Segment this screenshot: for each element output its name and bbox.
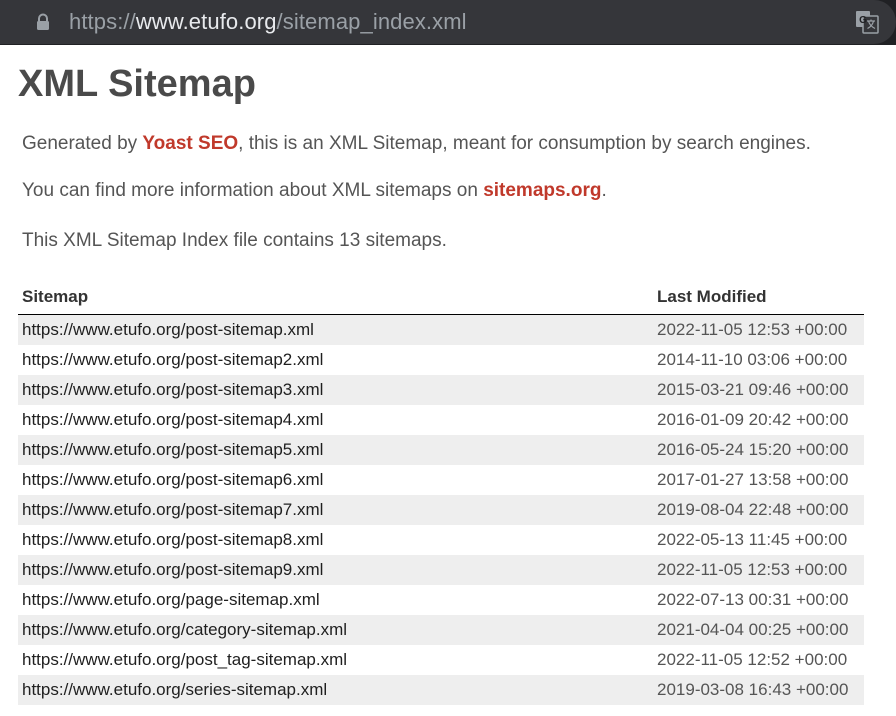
sitemap-cell: https://www.etufo.org/category-sitemap.x… (18, 615, 653, 645)
intro-paragraph: Generated by Yoast SEO, this is an XML S… (22, 133, 811, 155)
table-row: https://www.etufo.org/post-sitemap7.xml 2… (18, 495, 864, 525)
lock-icon[interactable] (36, 13, 50, 31)
last-modified-cell: 2016-05-24 15:20 +00:00 (653, 435, 864, 465)
intro-text-before: Generated by (22, 133, 143, 154)
sitemap-cell: https://www.etufo.org/series-sitemap.xml (18, 675, 653, 705)
table-row: https://www.etufo.org/post-sitemap4.xml 2… (18, 405, 864, 435)
sitemap-cell: https://www.etufo.org/post-sitemap3.xml (18, 375, 653, 405)
info-text-after: . (601, 180, 607, 201)
table-row: https://www.etufo.org/post-sitemap9.xml 2… (18, 555, 864, 585)
sitemap-link[interactable]: https://www.etufo.org/page-sitemap.xml (22, 590, 320, 609)
yoast-seo-link[interactable]: Yoast SEO (142, 133, 238, 154)
sitemap-link[interactable]: https://www.etufo.org/post_tag-sitemap.x… (22, 650, 347, 669)
last-modified-cell: 2022-11-05 12:52 +00:00 (657, 650, 848, 669)
table-row: https://www.etufo.org/post-sitemap.xml 20… (18, 314, 864, 345)
sitemap-count-text: This XML Sitemap Index file contains 13 … (22, 230, 447, 251)
table-row: https://www.etufo.org/category-sitemap.x… (18, 615, 864, 645)
last-modified-cell: 2014-11-10 03:06 +00:00 (657, 350, 848, 369)
sitemap-link[interactable]: https://www.etufo.org/post-sitemap3.xml (22, 380, 323, 399)
intro-text-after: , this is an XML Sitemap, meant for cons… (238, 133, 811, 154)
sitemap-cell: https://www.etufo.org/post-sitemap9.xml (18, 555, 653, 585)
url-host: www.etufo.org (135, 9, 277, 34)
table-row: https://www.etufo.org/series-sitemap.xml… (18, 675, 864, 705)
info-paragraph: You can find more information about XML … (22, 180, 607, 202)
sitemap-table: Sitemap Last Modified https://www.etufo.… (18, 280, 864, 705)
sitemap-cell: https://www.etufo.org/post-sitemap5.xml (18, 435, 653, 465)
sitemap-link[interactable]: https://www.etufo.org/post-sitemap4.xml (22, 410, 323, 429)
column-header-last-modified: Last Modified (653, 280, 864, 315)
url-path: /sitemap_index.xml (276, 9, 467, 34)
sitemap-cell: https://www.etufo.org/post-sitemap.xml (18, 314, 653, 345)
table-row: https://www.etufo.org/post-sitemap3.xml 2… (18, 375, 864, 405)
sitemap-cell: https://www.etufo.org/post-sitemap7.xml (18, 495, 653, 525)
sitemap-link[interactable]: https://www.etufo.org/post-sitemap7.xml (22, 500, 323, 519)
browser-toolbar: https://www.etufo.org/sitemap_index.xml … (0, 0, 896, 45)
table-header-row: Sitemap Last Modified (18, 280, 864, 315)
table-row: https://www.etufo.org/post-sitemap6.xml 2… (18, 465, 864, 495)
last-modified-cell: 2022-11-05 12:53 +00:00 (653, 314, 864, 345)
last-modified-cell: 2021-04-04 00:25 +00:00 (653, 615, 864, 645)
sitemap-link[interactable]: https://www.etufo.org/post-sitemap8.xml (22, 530, 323, 549)
sitemap-link[interactable]: https://www.etufo.org/post-sitemap6.xml (22, 470, 323, 489)
last-modified-cell: 2022-07-13 00:31 +00:00 (657, 590, 849, 609)
sitemap-link[interactable]: https://www.etufo.org/post-sitemap5.xml (22, 440, 323, 459)
column-header-sitemap: Sitemap (18, 280, 653, 315)
table-row: https://www.etufo.org/post_tag-sitemap.x… (18, 645, 864, 675)
translate-icon[interactable]: G (855, 10, 879, 34)
last-modified-cell: 2016-01-09 20:42 +00:00 (657, 410, 849, 429)
sitemap-cell: https://www.etufo.org/post-sitemap8.xml (18, 525, 653, 555)
last-modified-cell: 2019-03-08 16:43 +00:00 (653, 675, 864, 705)
last-modified-cell: 2015-03-21 09:46 +00:00 (653, 375, 864, 405)
last-modified-cell: 2019-08-04 22:48 +00:00 (653, 495, 864, 525)
sitemaps-org-link[interactable]: sitemaps.org (483, 180, 601, 201)
table-row: https://www.etufo.org/post-sitemap2.xml 2… (18, 345, 864, 375)
sitemap-link[interactable]: https://www.etufo.org/post-sitemap2.xml (22, 350, 323, 369)
sitemap-cell: https://www.etufo.org/page-sitemap.xml (18, 585, 653, 615)
address-bar[interactable]: https://www.etufo.org/sitemap_index.xml … (0, 0, 896, 44)
sitemap-cell: https://www.etufo.org/post-sitemap4.xml (18, 405, 653, 435)
url-scheme: https:// (69, 9, 136, 34)
sitemap-cell: https://www.etufo.org/post-sitemap2.xml (18, 345, 653, 375)
sitemap-link[interactable]: https://www.etufo.org/series-sitemap.xml (22, 680, 327, 699)
info-text-before: You can find more information about XML … (22, 180, 484, 201)
url-text[interactable]: https://www.etufo.org/sitemap_index.xml (69, 9, 467, 35)
sitemap-link[interactable]: https://www.etufo.org/category-sitemap.x… (22, 620, 347, 639)
sitemap-cell: https://www.etufo.org/post-sitemap6.xml (18, 465, 653, 495)
sitemap-cell: https://www.etufo.org/post_tag-sitemap.x… (18, 645, 653, 675)
table-row: https://www.etufo.org/page-sitemap.xml 20… (18, 585, 864, 615)
svg-text:G: G (859, 15, 867, 26)
table-row: https://www.etufo.org/post-sitemap8.xml 2… (18, 525, 864, 555)
table-row: https://www.etufo.org/post-sitemap5.xml 2… (18, 435, 864, 465)
last-modified-cell: 2022-11-05 12:53 +00:00 (653, 555, 864, 585)
page-content: XML Sitemap Generated by Yoast SEO, this… (0, 45, 896, 705)
last-modified-cell: 2022-05-13 11:45 +00:00 (657, 530, 848, 549)
page-title: XML Sitemap (18, 63, 256, 105)
sitemap-table-body: https://www.etufo.org/post-sitemap.xml 20… (18, 314, 864, 705)
sitemap-link[interactable]: https://www.etufo.org/post-sitemap.xml (22, 320, 314, 339)
sitemap-link[interactable]: https://www.etufo.org/post-sitemap9.xml (22, 560, 323, 579)
last-modified-cell: 2017-01-27 13:58 +00:00 (657, 470, 849, 489)
